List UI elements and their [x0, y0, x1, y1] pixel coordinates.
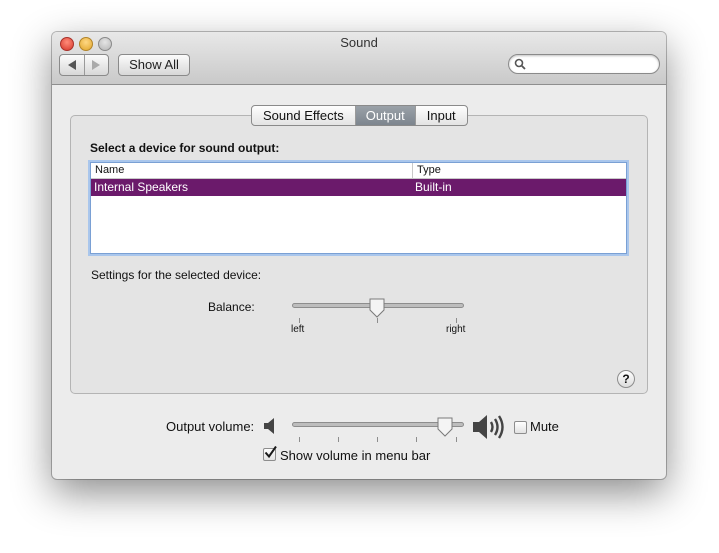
forward-arrow-icon	[92, 60, 101, 70]
tab-input[interactable]: Input	[414, 106, 467, 125]
settings-label: Settings for the selected device:	[91, 268, 262, 282]
balance-slider-knob[interactable]	[369, 298, 385, 318]
window-title: Sound	[340, 35, 378, 50]
title-bar: Sound Show All	[52, 32, 666, 85]
navigation-buttons	[59, 54, 109, 76]
search-icon	[514, 58, 526, 70]
balance-label: Balance:	[208, 300, 255, 314]
balance-left-label: left	[291, 324, 305, 335]
output-volume-slider-knob[interactable]	[437, 417, 453, 437]
balance-right-label: right	[446, 324, 466, 335]
sound-preferences-window: Sound Show All Sound Effects Output Inpu…	[52, 32, 666, 479]
show-all-button[interactable]: Show All	[118, 54, 190, 76]
speaker-high-icon[interactable]	[472, 413, 504, 441]
volume-tick	[416, 437, 417, 442]
tab-output[interactable]: Output	[354, 106, 415, 125]
table-row[interactable]: Internal Speakers Built-in	[91, 179, 626, 196]
volume-tick	[377, 437, 378, 442]
balance-tick-right	[456, 318, 457, 323]
volume-tick	[338, 437, 339, 442]
device-type-cell: Built-in	[415, 180, 452, 194]
mute-checkbox[interactable]	[514, 421, 527, 434]
tab-sound-effects[interactable]: Sound Effects	[252, 106, 355, 125]
device-list-heading: Select a device for sound output:	[90, 141, 280, 155]
speaker-low-icon[interactable]	[263, 417, 277, 435]
output-volume-label: Output volume:	[166, 419, 255, 434]
column-header-name[interactable]: Name	[91, 163, 413, 178]
back-button[interactable]	[60, 55, 84, 75]
forward-button[interactable]	[83, 55, 109, 75]
column-header-type[interactable]: Type	[413, 163, 441, 178]
balance-tick-center	[377, 318, 378, 323]
show-volume-menu-bar-checkbox[interactable]	[263, 446, 277, 461]
volume-tick	[299, 437, 300, 442]
show-volume-menu-bar-label[interactable]: Show volume in menu bar	[280, 448, 430, 463]
search-field[interactable]	[508, 54, 660, 74]
mute-label[interactable]: Mute	[530, 419, 559, 434]
volume-tick	[456, 437, 457, 442]
help-button[interactable]: ?	[617, 370, 635, 388]
tab-bar: Sound Effects Output Input	[251, 105, 468, 126]
back-arrow-icon	[67, 60, 76, 70]
output-panel	[70, 115, 648, 394]
device-name-cell: Internal Speakers	[94, 180, 189, 194]
balance-tick-left	[299, 318, 300, 323]
checkmark-icon	[264, 446, 277, 459]
output-device-table[interactable]: Name Type Internal Speakers Built-in	[90, 162, 627, 254]
table-header: Name Type	[91, 163, 626, 179]
